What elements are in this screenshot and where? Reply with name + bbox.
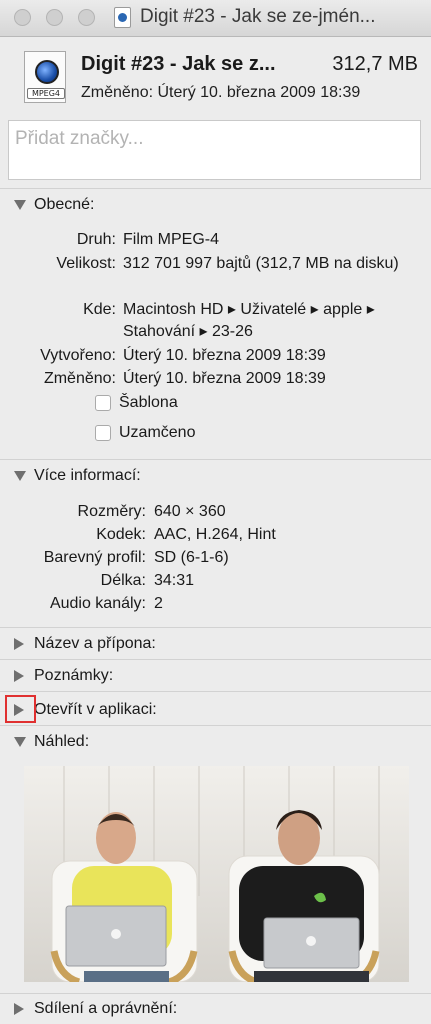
info-key: Audio kanály:: [49, 595, 146, 612]
file-icon-label: MPEG4: [27, 88, 65, 99]
info-value: 2: [154, 595, 163, 612]
info-key: Kodek:: [96, 526, 146, 543]
info-value: Film MPEG-4: [123, 231, 219, 248]
preview-video-frame: [24, 766, 409, 982]
disclosure-closed-icon[interactable]: [14, 638, 24, 650]
divider: [0, 993, 431, 994]
divider: [0, 188, 431, 189]
disclosure-open-icon[interactable]: [14, 737, 26, 747]
divider: [0, 691, 431, 692]
title-bar: Digit #23 - Jak se ze-jmén...: [0, 0, 431, 37]
stationery-label: Šablona: [119, 394, 178, 411]
locked-checkbox-row[interactable]: Uzamčeno: [95, 424, 195, 442]
section-comments-title: Poznámky:: [34, 667, 114, 684]
locked-checkbox[interactable]: [95, 425, 111, 441]
stationery-checkbox-row[interactable]: Šablona: [95, 394, 178, 412]
section-more-info-title: Více informací:: [34, 467, 141, 484]
file-header: MPEG4 Digit #23 - Jak se z... 312,7 MB Z…: [0, 37, 431, 113]
section-open-with-title: Otevřít v aplikaci:: [34, 701, 157, 718]
section-preview-title: Náhled:: [34, 733, 90, 750]
disclosure-open-icon[interactable]: [14, 471, 26, 481]
info-value: AAC, H.264, Hint: [154, 526, 276, 543]
info-value: 34:31: [154, 572, 195, 589]
tags-input[interactable]: Přidat značky...: [8, 120, 421, 180]
mpeg4-file-icon: MPEG4: [24, 51, 66, 103]
info-key: Změněno:: [43, 370, 116, 387]
disclosure-closed-icon[interactable]: [14, 670, 24, 682]
preview-thumbnail: [24, 766, 409, 982]
section-name-extension-title: Název a přípona:: [34, 635, 156, 652]
locked-label: Uzamčeno: [119, 424, 196, 441]
info-key: Velikost:: [56, 255, 116, 272]
window-title: Digit #23 - Jak se ze-jmén...: [140, 6, 376, 27]
info-value: SD (6-1-6): [154, 549, 229, 566]
info-key: Druh:: [76, 231, 116, 248]
close-button[interactable]: [14, 9, 31, 26]
section-general-header[interactable]: Obecné:: [14, 196, 94, 214]
file-size: 312,7 MB: [332, 53, 418, 75]
section-more-info-header[interactable]: Více informací:: [14, 467, 141, 485]
divider: [0, 459, 431, 460]
info-value: 640 × 360: [154, 503, 226, 520]
info-key: Barevný profil:: [43, 549, 146, 566]
file-modified: Změněno: Úterý 10. března 2009 18:39: [81, 84, 361, 101]
section-sharing-title: Sdílení a oprávnění:: [34, 1000, 178, 1017]
section-comments-header[interactable]: Poznámky:: [14, 667, 113, 685]
section-general-title: Obecné:: [34, 196, 95, 213]
stationery-checkbox[interactable]: [95, 395, 111, 411]
info-value: Úterý 10. března 2009 18:39: [123, 370, 326, 387]
focus-highlight: [5, 695, 36, 723]
minimize-button[interactable]: [46, 9, 63, 26]
info-value: Macintosh HD ▸ Uživatelé ▸ apple ▸ Staho…: [123, 301, 375, 340]
info-key: Vytvořeno:: [40, 347, 116, 364]
disclosure-open-icon[interactable]: [14, 200, 26, 210]
divider: [0, 627, 431, 628]
divider: [0, 725, 431, 726]
zoom-button[interactable]: [78, 9, 95, 26]
section-name-extension-header[interactable]: Název a přípona:: [14, 635, 156, 653]
disclosure-closed-icon[interactable]: [14, 1003, 24, 1015]
divider: [0, 659, 431, 660]
section-sharing-header[interactable]: Sdílení a oprávnění:: [14, 1000, 177, 1018]
info-key: Rozměry:: [77, 503, 146, 520]
file-name: Digit #23 - Jak se z...: [81, 53, 276, 75]
info-key: Kde:: [83, 301, 116, 318]
info-value: Úterý 10. března 2009 18:39: [123, 347, 326, 364]
info-value: 312 701 997 bajtů (312,7 MB na disku): [123, 255, 399, 272]
section-preview-header[interactable]: Náhled:: [14, 733, 89, 751]
quicktime-document-icon: [114, 7, 131, 28]
info-key: Délka:: [100, 572, 146, 589]
